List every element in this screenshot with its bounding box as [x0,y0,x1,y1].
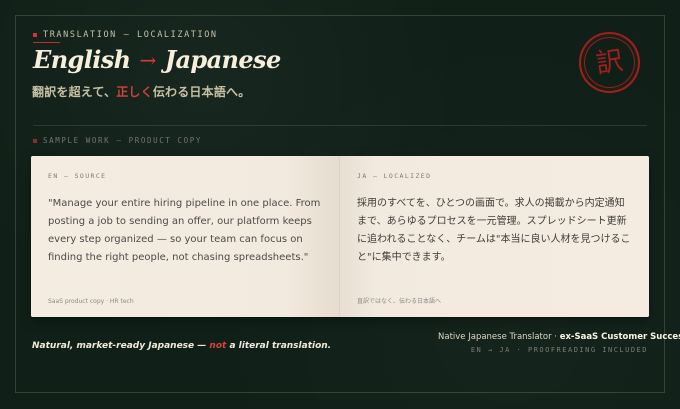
eyebrow-text: TRANSLATION — LOCALIZATION [43,30,218,40]
eyebrow-underline [33,42,60,43]
credit-bold: ex-SaaS Customer Success [559,332,680,342]
credit-main: Native Japanese Translator · ex-SaaS Cus… [438,332,680,342]
source-text: "Manage your entire hiring pipeline in o… [48,198,321,263]
localized-page: JA — LOCALIZED 採用のすべてを、ひとつの画面で。求人の掲載から内定… [340,156,649,317]
source-footnote: SaaS product copy · HR tech [48,298,134,305]
credit-meta: EN → JA · PROOFREADING INCLUDED [470,346,648,354]
statement-start: Natural, market-ready Japanese — [32,341,210,351]
section-label: SAMPLE WORK — PRODUCT COPY [33,136,202,145]
tagline-start: 翻訳を超えて、 [32,85,117,99]
localized-label: JA — LOCALIZED [357,172,432,180]
section-divider [33,125,647,126]
statement-end: a literal translation. [226,341,332,351]
title-source-language: English [33,45,131,74]
localized-text: 採用のすべてを、ひとつの画面で。求人の掲載から内定通知まで、あらゆるプロセスを一… [357,198,631,263]
title-target-language: Japanese [164,45,282,74]
tagline-highlight: 正しく [116,85,153,99]
page-title: English → Japanese [33,45,281,74]
section-label-text: SAMPLE WORK — PRODUCT COPY [43,136,202,145]
eyebrow-marker-icon [33,33,37,37]
quality-statement: Natural, market-ready Japanese — not a l… [32,341,331,351]
statement-highlight: not [209,341,227,351]
credit-plain: Native Japanese Translator · [438,332,560,342]
source-label: EN — SOURCE [48,172,107,180]
arrow-right-icon: → [139,47,157,72]
tagline-end: 伝わる日本語へ。 [152,85,251,99]
localized-footnote: 直訳ではなく、伝わる日本語へ [357,298,442,305]
translator-credit: Native Japanese Translator · ex-SaaS Cus… [438,332,680,354]
section-marker-icon [33,138,37,143]
translation-card: TRANSLATION — LOCALIZATION English → Jap… [0,0,680,409]
seal-glyph: 訳 [593,45,626,80]
sample-book: EN — SOURCE "Manage your entire hiring p… [31,156,649,317]
eyebrow-label: TRANSLATION — LOCALIZATION [33,30,218,40]
source-page: EN — SOURCE "Manage your entire hiring p… [31,156,340,317]
tagline: 翻訳を超えて、正しく伝わる日本語へ。 [32,83,250,100]
